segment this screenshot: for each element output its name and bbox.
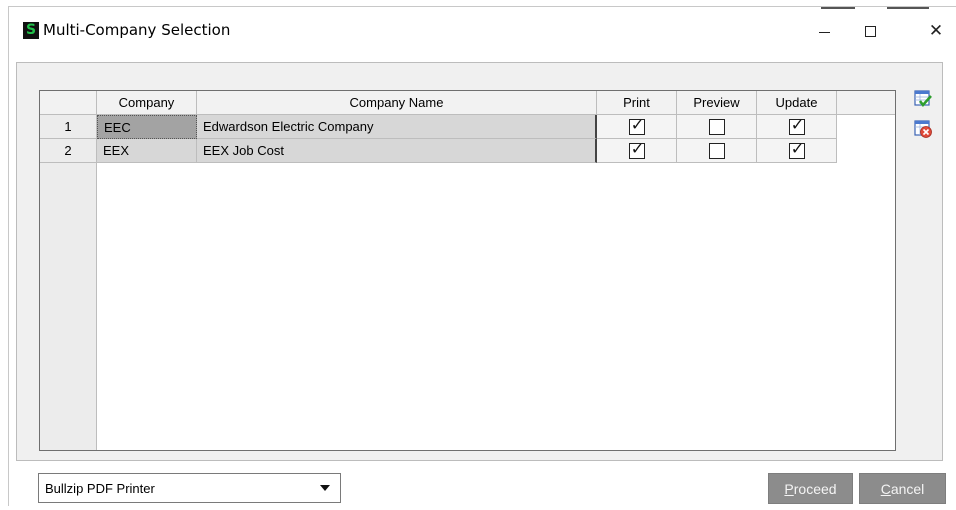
update-checkbox[interactable]: ✓ (788, 138, 805, 159)
check-mark-icon: ✓ (790, 114, 805, 134)
printer-select[interactable]: Bullzip PDF Printer (38, 473, 341, 503)
select-all-icon[interactable] (914, 90, 932, 108)
check-mark-icon: ✓ (630, 138, 645, 158)
minimize-button[interactable] (801, 15, 847, 47)
company-name-cell[interactable]: EEX Job Cost (197, 139, 597, 163)
print-checkbox[interactable]: ✓ (628, 138, 645, 159)
cancel-label: ancel (890, 480, 925, 497)
maximize-button[interactable] (847, 15, 893, 47)
print-cell: ✓ (597, 115, 677, 139)
column-header-preview[interactable]: Preview (677, 91, 757, 115)
clear-all-icon[interactable] (914, 120, 932, 138)
column-header-update[interactable]: Update (757, 91, 837, 115)
proceed-accelerator: P (784, 480, 794, 497)
preview-checkbox[interactable] (708, 142, 725, 159)
column-header-company[interactable]: Company (97, 91, 197, 115)
title-accent-line (821, 7, 855, 9)
preview-cell (677, 115, 757, 139)
company-code-cell[interactable]: EEC (97, 115, 197, 139)
close-button[interactable]: ✕ (915, 15, 956, 47)
column-header-company-name[interactable]: Company Name (197, 91, 597, 115)
preview-checkbox[interactable] (708, 118, 725, 135)
proceed-button[interactable]: Proceed (768, 473, 853, 504)
title-accent-line (887, 7, 929, 9)
column-header-print[interactable]: Print (597, 91, 677, 115)
print-cell: ✓ (597, 139, 677, 163)
row-number[interactable]: 1 (40, 115, 97, 139)
corner-header-cell (40, 91, 97, 115)
app-logo-icon: S (23, 22, 39, 39)
update-cell: ✓ (757, 115, 837, 139)
printer-select-value: Bullzip PDF Printer (45, 480, 155, 496)
company-code-cell[interactable]: EEX (97, 139, 197, 163)
check-mark-icon: ✓ (630, 114, 645, 134)
print-checkbox[interactable]: ✓ (628, 114, 645, 135)
close-icon: ✕ (928, 20, 944, 41)
preview-cell (677, 139, 757, 163)
update-cell: ✓ (757, 139, 837, 163)
company-grid: Company Company Name Print Preview Updat… (39, 90, 896, 451)
window-title: Multi-Company Selection (43, 21, 231, 39)
check-mark-icon: ✓ (790, 138, 805, 158)
title-bar: S Multi-Company Selection ✕ (9, 7, 956, 55)
update-checkbox[interactable]: ✓ (788, 114, 805, 135)
proceed-label: roceed (793, 480, 837, 497)
row-number[interactable]: 2 (40, 139, 97, 163)
cancel-accelerator: C (880, 480, 891, 497)
minimize-icon (818, 31, 830, 33)
cancel-button[interactable]: Cancel (859, 473, 946, 504)
company-name-cell[interactable]: Edwardson Electric Company (197, 115, 597, 139)
dropdown-arrow-icon (320, 485, 330, 491)
maximize-icon (864, 25, 876, 37)
